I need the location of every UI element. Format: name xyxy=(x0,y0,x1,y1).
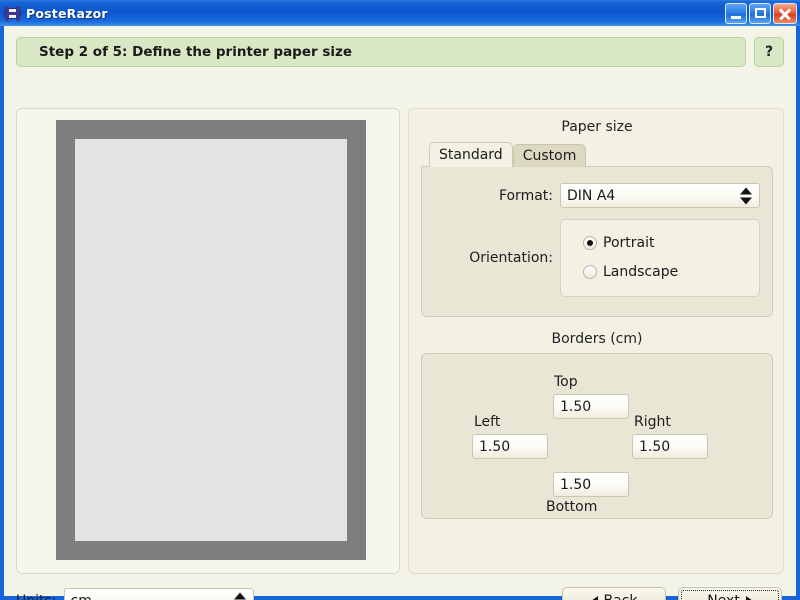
border-top-input[interactable]: 1.50 xyxy=(553,394,629,419)
paper-preview-panel xyxy=(16,108,400,574)
app-icon xyxy=(4,5,21,21)
paper-size-tabs: Standard Custom xyxy=(429,141,587,167)
tab-custom[interactable]: Custom xyxy=(512,144,587,167)
border-left-input[interactable]: 1.50 xyxy=(472,434,548,459)
border-bottom-label: Bottom xyxy=(546,499,598,515)
back-button[interactable]: Back xyxy=(562,587,666,600)
tab-standard[interactable]: Standard xyxy=(429,142,513,167)
paper-size-group: Paper size Standard Custom Format: DIN A… xyxy=(421,119,773,317)
arrow-left-icon xyxy=(590,595,598,600)
window-client-area: Step 2 of 5: Define the printer paper si… xyxy=(4,26,796,600)
paper-border-area xyxy=(56,120,366,560)
radio-portrait-label: Portrait xyxy=(603,234,655,251)
orientation-label: Orientation: xyxy=(469,250,553,266)
next-button[interactable]: Next xyxy=(678,587,782,600)
maximize-icon[interactable] xyxy=(749,2,771,24)
borders-group: Borders (cm) Top 1.50 Left 1.50 Right 1.… xyxy=(421,331,773,519)
back-button-label: Back xyxy=(604,593,638,600)
units-select[interactable]: cm xyxy=(63,588,254,600)
border-left-label: Left xyxy=(474,414,501,430)
units-control: Units: cm xyxy=(16,588,254,600)
standard-tab-panel: Format: DIN A4 Orientation: Portrait Lan… xyxy=(421,166,773,317)
paper-printable-area xyxy=(75,139,347,541)
units-value: cm xyxy=(71,593,92,600)
settings-panel: Paper size Standard Custom Format: DIN A… xyxy=(408,108,784,574)
footer-bar: Units: cm Back Next xyxy=(4,582,796,600)
minimize-icon[interactable] xyxy=(725,2,747,24)
help-button[interactable]: ? xyxy=(754,37,784,67)
format-label: Format: xyxy=(498,187,553,204)
step-header: Step 2 of 5: Define the printer paper si… xyxy=(16,36,784,68)
application-window: PosteRazor Step 2 of 5: Define the print… xyxy=(0,0,800,600)
window-controls xyxy=(725,2,800,24)
format-value: DIN A4 xyxy=(567,187,616,204)
radio-landscape-label: Landscape xyxy=(603,263,679,280)
border-right-input[interactable]: 1.50 xyxy=(632,434,708,459)
radio-portrait-icon xyxy=(583,235,597,250)
border-bottom-input[interactable]: 1.50 xyxy=(553,472,629,497)
borders-box: Top 1.50 Left 1.50 Right 1.50 1.50 Botto… xyxy=(421,353,773,519)
orientation-options: Portrait Landscape xyxy=(560,219,760,297)
wizard-navigation: Back Next xyxy=(562,587,782,600)
next-button-label: Next xyxy=(707,593,740,600)
radio-portrait[interactable]: Portrait xyxy=(583,228,759,257)
format-select[interactable]: DIN A4 xyxy=(560,183,760,208)
radio-landscape-icon xyxy=(583,264,597,279)
units-label: Units: xyxy=(16,593,57,600)
borders-group-title: Borders (cm) xyxy=(551,331,643,347)
paper-size-group-title: Paper size xyxy=(561,119,633,135)
window-title: PosteRazor xyxy=(26,5,108,21)
chevron-updown-icon xyxy=(233,592,246,600)
radio-landscape[interactable]: Landscape xyxy=(583,257,759,286)
arrow-right-icon xyxy=(745,595,753,600)
orientation-row: Orientation: Portrait Landscape xyxy=(422,219,772,297)
close-icon[interactable] xyxy=(773,2,797,24)
border-right-label: Right xyxy=(634,414,671,430)
chevron-updown-icon xyxy=(740,187,752,204)
title-bar: PosteRazor xyxy=(0,0,800,26)
step-banner: Step 2 of 5: Define the printer paper si… xyxy=(16,37,746,67)
format-row: Format: DIN A4 xyxy=(422,183,772,208)
border-top-label: Top xyxy=(554,374,578,390)
